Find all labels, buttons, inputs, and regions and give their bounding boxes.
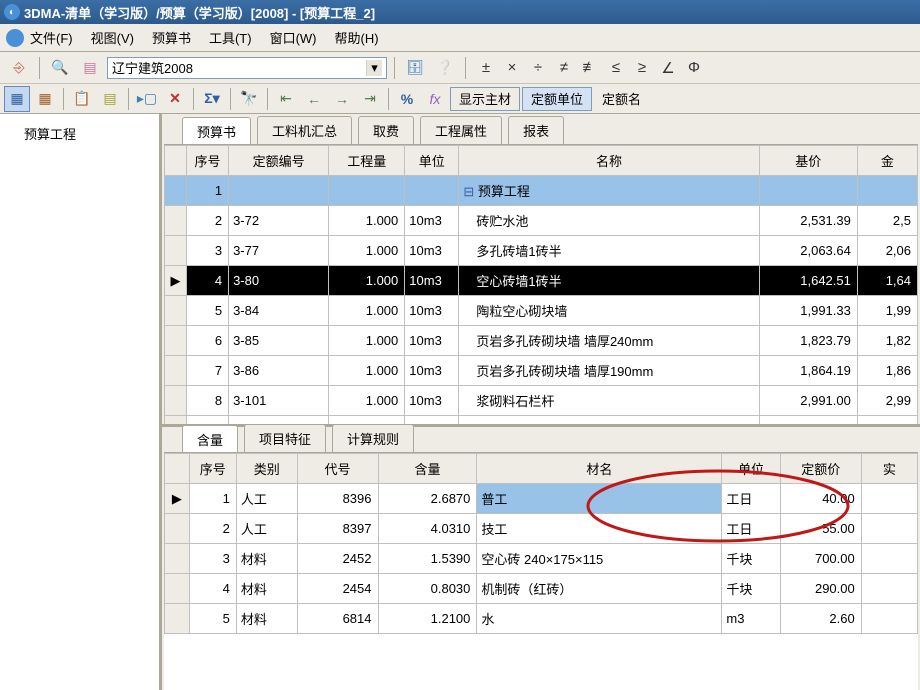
main-tab[interactable]: 报表 xyxy=(508,116,564,144)
window-title: 3DMA-清单（学习版）/预算（学习版）[2008] - [预算工程_2] xyxy=(24,3,375,22)
table-row[interactable]: ▶43-801.00010m3 空心砖墙1砖半1,642.511,64 xyxy=(165,266,918,296)
math-op[interactable]: × xyxy=(499,55,525,81)
zoom-icon[interactable]: 🔍 xyxy=(47,55,73,81)
table-row[interactable]: 4材料24540.8030机制砖（红砖）千块290.00 xyxy=(165,574,918,604)
col-unit[interactable]: 单位 xyxy=(405,146,459,176)
sigma-icon[interactable]: Σ▾ xyxy=(199,86,225,112)
table-row[interactable]: 23-721.00010m3 砖贮水池2,531.392,5 xyxy=(165,206,918,236)
exit-icon[interactable]: ⎆ xyxy=(6,55,32,81)
table-row[interactable]: 1⊟ 预算工程 xyxy=(165,176,918,206)
table-row[interactable]: 63-851.00010m3 页岩多孔砖砌块墙 墙厚240mm1,823.791… xyxy=(165,326,918,356)
chevron-down-icon[interactable]: ▾ xyxy=(366,60,382,76)
norm-unit-button[interactable]: 定额单位 xyxy=(522,87,592,111)
sub-grid[interactable]: 序号 类别 代号 含量 材名 单位 定额价 实 ▶1人工83962.6870普工… xyxy=(164,453,918,634)
col-code[interactable]: 定额编号 xyxy=(229,146,329,176)
sub-tabs: 含量项目特征计算规则 xyxy=(162,424,920,452)
tree-icon[interactable]: 📋 xyxy=(69,86,95,112)
find-icon[interactable]: 🔭 xyxy=(236,86,262,112)
main-tab[interactable]: 取费 xyxy=(358,116,414,144)
math-op[interactable]: ± xyxy=(473,55,499,81)
main-tab[interactable]: 工料机汇总 xyxy=(257,116,352,144)
math-op[interactable]: ≢ xyxy=(577,55,603,81)
math-op[interactable]: ≥ xyxy=(629,55,655,81)
menu-view[interactable]: 视图(V) xyxy=(91,28,134,47)
app-icon: ◐ xyxy=(4,4,20,20)
titlebar: ◐ 3DMA-清单（学习版）/预算（学习版）[2008] - [预算工程_2] xyxy=(0,0,920,24)
col-rowhdr xyxy=(165,146,187,176)
col2-unit[interactable]: 单位 xyxy=(722,454,780,484)
sub-tab[interactable]: 计算规则 xyxy=(332,424,414,452)
main-grid[interactable]: 序号 定额编号 工程量 单位 名称 基价 金 1⊟ 预算工程23-721.000… xyxy=(164,145,918,424)
main-grid-wrap: 序号 定额编号 工程量 单位 名称 基价 金 1⊟ 预算工程23-721.000… xyxy=(164,144,918,424)
col-amount[interactable]: 金 xyxy=(857,146,917,176)
norm-name-button[interactable]: 定额名 xyxy=(594,87,649,111)
table-row[interactable]: 3材料24521.5390空心砖 240×175×115千块700.00 xyxy=(165,544,918,574)
table-row[interactable]: 33-771.00010m3 多孔砖墙1砖半2,063.642,06 xyxy=(165,236,918,266)
prev-icon[interactable]: ← xyxy=(301,86,327,112)
toolbar-secondary: ▦ ▦ 📋 ▤ ▸▢ ✕ Σ▾ 🔭 ⇤ ← → ⇥ % fx 显示主材 定额单位… xyxy=(0,84,920,114)
view1-icon[interactable]: ▦ xyxy=(4,86,30,112)
menubar: 文件(F) 视图(V) 预算书 工具(T) 窗口(W) 帮助(H) xyxy=(0,24,920,52)
tree-root-label: 预算工程 xyxy=(24,127,76,142)
col-seq[interactable]: 序号 xyxy=(187,146,229,176)
insert-icon[interactable]: ▸▢ xyxy=(134,86,160,112)
table-row[interactable]: 2人工83974.0310技工工日55.00 xyxy=(165,514,918,544)
col2-cat[interactable]: 类别 xyxy=(236,454,297,484)
table-row[interactable]: 73-861.00010m3 页岩多孔砖砌块墙 墙厚190mm1,864.191… xyxy=(165,356,918,386)
sub-tab[interactable]: 含量 xyxy=(182,425,238,453)
db-icon[interactable]: 🗄 xyxy=(402,55,428,81)
help-icon[interactable]: ❔ xyxy=(432,55,458,81)
col-base[interactable]: 基价 xyxy=(759,146,857,176)
fx-icon[interactable]: fx xyxy=(422,86,448,112)
table-row[interactable]: 9 xyxy=(165,416,918,425)
table-row[interactable]: ▶1人工83962.6870普工工日40.00 xyxy=(165,484,918,514)
percent-icon[interactable]: % xyxy=(394,86,420,112)
menu-icon xyxy=(6,29,24,47)
math-op[interactable]: ≠ xyxy=(551,55,577,81)
first-icon[interactable]: ⇤ xyxy=(273,86,299,112)
table-row[interactable]: 53-841.00010m3 陶粒空心砌块墙1,991.331,99 xyxy=(165,296,918,326)
menu-budget[interactable]: 预算书 xyxy=(152,28,191,47)
menu-help[interactable]: 帮助(H) xyxy=(335,28,379,47)
sub-tab[interactable]: 项目特征 xyxy=(244,424,326,452)
table-row[interactable]: 83-1011.00010m3 浆砌料石栏杆2,991.002,99 xyxy=(165,386,918,416)
combo-value: 辽宁建筑2008 xyxy=(112,58,366,77)
sidebar: 预算工程 xyxy=(0,114,162,690)
main-tab[interactable]: 工程属性 xyxy=(420,116,502,144)
delete-icon[interactable]: ✕ xyxy=(162,86,188,112)
doc-icon[interactable]: ▤ xyxy=(77,55,103,81)
math-op[interactable]: ÷ xyxy=(525,55,551,81)
next-icon[interactable]: → xyxy=(329,86,355,112)
col2-seq[interactable]: 序号 xyxy=(189,454,236,484)
norm-combo[interactable]: 辽宁建筑2008 ▾ xyxy=(107,57,387,79)
main-tab[interactable]: 预算书 xyxy=(182,117,251,145)
menu-tool[interactable]: 工具(T) xyxy=(209,28,252,47)
math-op[interactable]: ∠ xyxy=(655,55,681,81)
sheet-icon[interactable]: ▤ xyxy=(97,86,123,112)
col2-rowhdr xyxy=(165,454,190,484)
col-name[interactable]: 名称 xyxy=(459,146,759,176)
col2-price[interactable]: 定额价 xyxy=(780,454,861,484)
col2-qty[interactable]: 含量 xyxy=(378,454,477,484)
tree-root[interactable]: 预算工程 xyxy=(4,122,155,145)
toolbar-main: ⎆ 🔍 ▤ 辽宁建筑2008 ▾ 🗄 ❔ ±×÷≠≢≤≥∠Φ xyxy=(0,52,920,84)
col-qty[interactable]: 工程量 xyxy=(329,146,405,176)
menu-file[interactable]: 文件(F) xyxy=(30,28,73,47)
col2-actual[interactable]: 实 xyxy=(861,454,917,484)
math-op[interactable]: Φ xyxy=(681,55,707,81)
main-tabs: 预算书工料机汇总取费工程属性报表 xyxy=(162,114,920,144)
col2-code[interactable]: 代号 xyxy=(297,454,378,484)
math-operators: ±×÷≠≢≤≥∠Φ xyxy=(473,55,707,81)
show-main-button[interactable]: 显示主材 xyxy=(450,87,520,111)
col2-name[interactable]: 材名 xyxy=(477,454,722,484)
table-row[interactable]: 5材料68141.2100水m32.60 xyxy=(165,604,918,634)
menu-window[interactable]: 窗口(W) xyxy=(270,28,317,47)
math-op[interactable]: ≤ xyxy=(603,55,629,81)
view2-icon[interactable]: ▦ xyxy=(32,86,58,112)
last-icon[interactable]: ⇥ xyxy=(357,86,383,112)
sub-grid-wrap: 序号 类别 代号 含量 材名 单位 定额价 实 ▶1人工83962.6870普工… xyxy=(164,452,918,690)
